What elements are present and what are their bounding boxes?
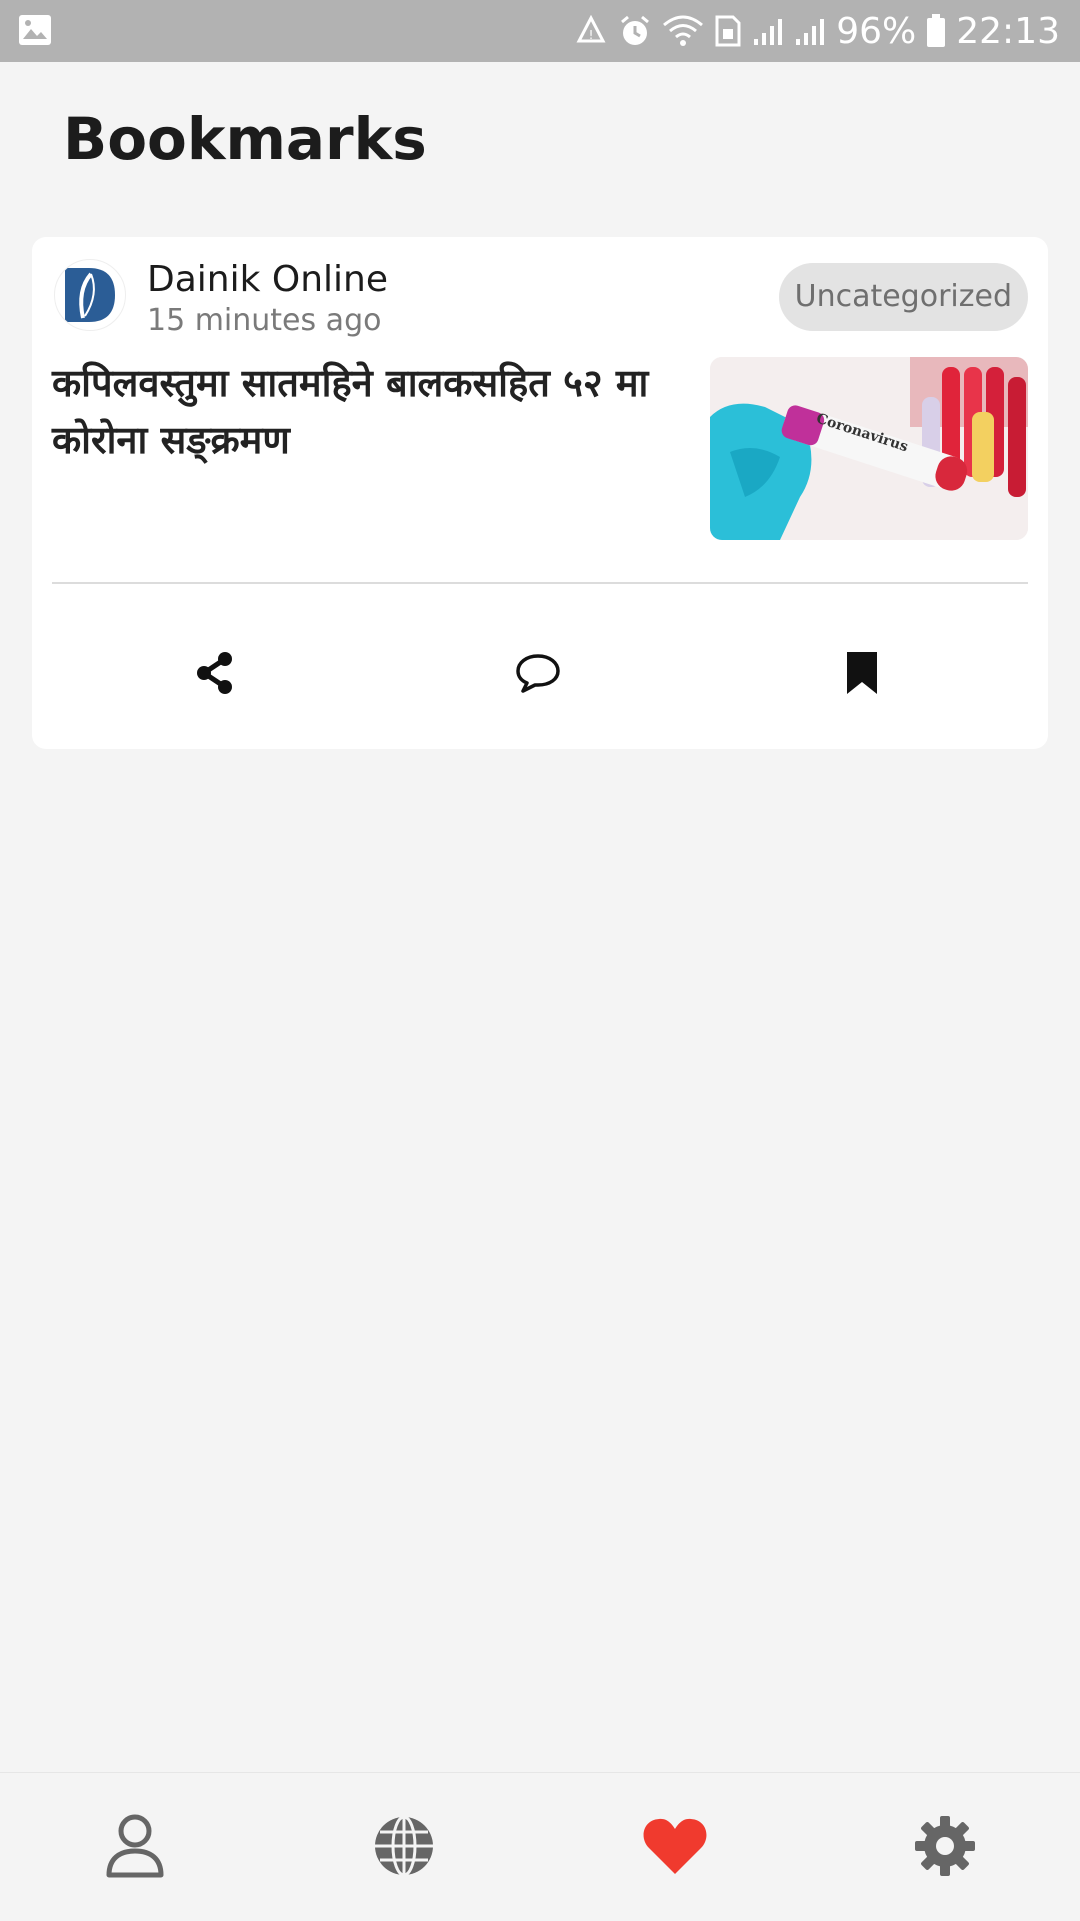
article-card[interactable]: Dainik Online 15 minutes ago Uncategoriz… [32,237,1048,749]
category-badge[interactable]: Uncategorized [778,263,1028,331]
status-bar: ! 96% 22:13 [0,0,1080,62]
wifi-icon [662,15,704,47]
share-button[interactable] [187,647,243,703]
share-icon [195,651,235,699]
bookmark-icon [845,650,879,700]
comment-button[interactable] [510,647,566,703]
comment-icon [515,652,561,698]
gear-icon [913,1814,977,1882]
page-title: Bookmarks [63,105,427,173]
source-logo [54,259,126,331]
battery-percent: 96% [836,10,917,52]
bottom-nav [0,1772,1080,1921]
post-time: 15 minutes ago [147,303,382,338]
heart-icon [641,1816,709,1880]
clock: 22:13 [956,10,1060,52]
signal-icon [794,15,826,47]
nav-explore[interactable] [369,1813,439,1883]
article-thumbnail[interactable]: Coronavirus [710,357,1028,540]
nav-settings[interactable] [910,1813,980,1883]
gallery-icon [18,14,52,50]
bookmark-button[interactable] [834,647,890,703]
svg-text:!: ! [589,28,594,42]
profile-icon [105,1813,165,1883]
battery-icon [926,14,946,48]
alarm-icon [618,14,652,48]
signal-icon [752,15,784,47]
source-name[interactable]: Dainik Online [147,259,388,300]
sim-icon [714,14,742,48]
article-headline[interactable]: कपिलवस्तुमा सातमहिने बालकसहित ५२ मा कोरो… [52,355,692,469]
nav-profile[interactable] [100,1813,170,1883]
nav-favorites[interactable] [640,1813,710,1883]
globe-icon [372,1814,436,1882]
card-divider [52,582,1028,584]
recycle-icon: ! [574,15,608,47]
